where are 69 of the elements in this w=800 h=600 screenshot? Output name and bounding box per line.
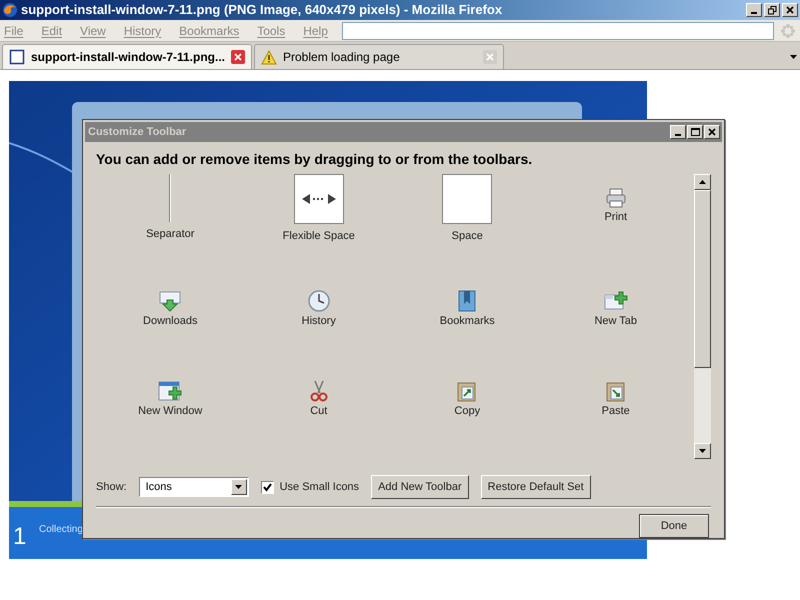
close-icon <box>786 6 794 14</box>
clock-icon[interactable] <box>308 290 330 312</box>
new-window-icon[interactable] <box>158 380 182 402</box>
menu-item[interactable]: Tools <box>257 22 286 40</box>
address-field[interactable] <box>342 22 774 40</box>
item-label: History <box>302 314 336 329</box>
menu-item[interactable]: History <box>124 22 162 40</box>
scroll-down-button[interactable] <box>694 443 711 459</box>
minimize-button[interactable] <box>670 125 686 139</box>
item-label: Print <box>604 210 628 225</box>
close-button[interactable] <box>782 3 798 17</box>
close-icon <box>708 128 716 136</box>
caret-icon <box>699 180 706 184</box>
item-label: Paste <box>602 404 630 419</box>
flexible-space-item[interactable] <box>294 174 344 224</box>
show-dropdown[interactable]: Icons <box>138 477 249 497</box>
restore-button[interactable] <box>764 3 780 17</box>
firefox-logo-icon <box>2 2 18 18</box>
item-label: Space <box>452 229 483 244</box>
done-button[interactable]: Done <box>639 514 709 538</box>
dialog-title: Customize Toolbar <box>88 124 188 140</box>
scroll-thumb[interactable] <box>694 190 711 368</box>
image-icon <box>9 49 25 65</box>
item-label: Bookmarks <box>440 314 495 329</box>
restore-icon <box>768 6 776 14</box>
small-icons-checkbox[interactable] <box>260 480 274 494</box>
toolbar-button[interactable]: Add New Toolbar <box>371 475 469 499</box>
download-icon[interactable] <box>159 290 182 312</box>
item-label: Flexible Space <box>282 229 355 244</box>
step-number: 1 <box>13 525 26 549</box>
checkbox-label: Use Small Icons <box>280 480 360 495</box>
item-label: New Window <box>138 404 202 419</box>
clipboard-icon[interactable] <box>606 380 626 402</box>
bookmark-icon[interactable] <box>458 290 476 312</box>
menu-item[interactable]: File <box>4 22 24 40</box>
menu-item[interactable]: Bookmarks <box>179 22 240 40</box>
scissors-icon[interactable] <box>308 380 329 402</box>
show-label: Show: <box>96 480 127 495</box>
item-label: Separator <box>146 227 194 242</box>
tab[interactable]: support-install-window-7-11.png... <box>2 44 252 69</box>
item-label: New Tab <box>594 314 638 329</box>
toolbar-button[interactable]: Restore Default Set <box>480 475 591 499</box>
window-title: support-install-window-7-11.png (PNG Image, 640x479 pixels) - Mozilla Firefox <box>21 1 502 20</box>
item-label: Copy <box>454 404 480 419</box>
clipboard-icon[interactable] <box>457 380 478 402</box>
close-tab-icon[interactable] <box>231 50 245 64</box>
item-label: Downloads <box>143 314 198 329</box>
throbber-icon <box>780 22 796 38</box>
tab[interactable]: Problem loading page <box>254 44 504 69</box>
separator-line[interactable] <box>169 174 172 222</box>
caret-icon <box>790 54 796 58</box>
warning-icon <box>261 50 277 64</box>
maximize-icon <box>690 128 700 136</box>
instruction-text: You can add or remove items by dragging to or from the toolbars. <box>96 150 534 169</box>
minimize-button[interactable] <box>746 3 762 17</box>
new-tab-icon[interactable] <box>604 290 628 312</box>
menu-item[interactable]: View <box>80 22 106 40</box>
item-label: Cut <box>310 404 328 419</box>
scrollbar[interactable] <box>694 174 711 459</box>
step-label: Collecting <box>39 523 83 537</box>
double-arrow-icon <box>302 194 336 204</box>
scroll-up-button[interactable] <box>694 174 711 190</box>
printer-icon[interactable] <box>606 188 626 208</box>
menu-item[interactable]: Help <box>303 22 328 40</box>
caret-icon <box>699 449 706 453</box>
space-item[interactable] <box>442 174 492 224</box>
close-button[interactable] <box>704 125 720 139</box>
maximize-button[interactable] <box>687 125 703 139</box>
menu-item[interactable]: Edit <box>41 22 62 40</box>
